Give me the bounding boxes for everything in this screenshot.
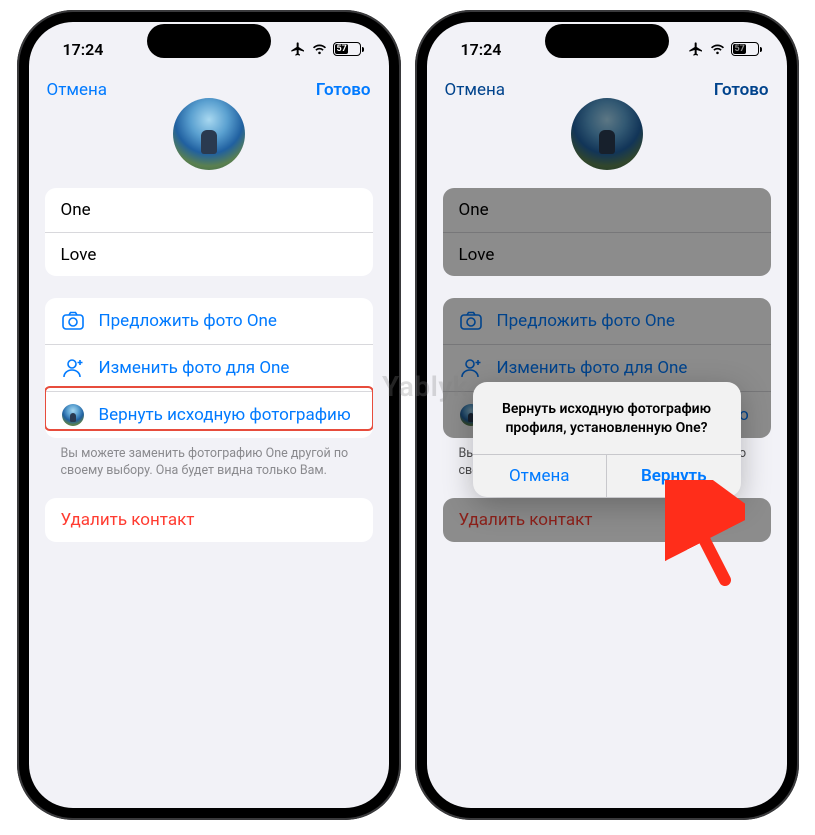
- status-indicators: 57: [688, 41, 759, 57]
- airplane-icon: [290, 41, 306, 57]
- done-button[interactable]: Готово: [714, 80, 769, 100]
- battery-icon: 57: [731, 42, 759, 56]
- alert-cancel-button[interactable]: Отмена: [473, 455, 607, 497]
- phone-right: 17:24 57 Отмена Готово: [415, 10, 799, 820]
- status-time: 17:24: [461, 40, 502, 59]
- first-name-field[interactable]: One: [45, 188, 373, 232]
- status-indicators: 57: [290, 41, 361, 57]
- name-fields-group: One Love: [443, 188, 771, 276]
- photo-footnote: Вы можете заменить фотографию One другой…: [61, 446, 357, 480]
- original-avatar-icon: [61, 403, 85, 427]
- person-add-icon: [61, 356, 85, 380]
- wifi-icon: [709, 43, 726, 56]
- last-name-field[interactable]: Love: [45, 232, 373, 276]
- suggest-photo-button[interactable]: Предложить фото One: [443, 298, 771, 344]
- airplane-icon: [688, 41, 704, 57]
- cancel-button[interactable]: Отмена: [47, 80, 108, 100]
- dynamic-island: [147, 24, 271, 58]
- restore-photo-button[interactable]: Вернуть исходную фотографию: [45, 391, 373, 438]
- photo-actions-group: Предложить фото One Изменить фото для On…: [45, 298, 373, 438]
- alert-message: Вернуть исходную фотографию профиля, уст…: [473, 382, 741, 454]
- name-fields-group: One Love: [45, 188, 373, 276]
- done-button[interactable]: Готово: [316, 80, 371, 100]
- delete-contact-button[interactable]: Удалить контакт: [45, 498, 373, 542]
- watermark: Yablyk: [382, 370, 468, 403]
- wifi-icon: [311, 43, 328, 56]
- delete-group: Удалить контакт: [45, 498, 373, 542]
- first-name-field[interactable]: One: [443, 188, 771, 232]
- last-name-field[interactable]: Love: [443, 232, 771, 276]
- contact-avatar[interactable]: [571, 98, 643, 170]
- phone-left: 17:24 57 Отмена Готово: [17, 10, 401, 820]
- contact-avatar[interactable]: [173, 98, 245, 170]
- status-time: 17:24: [63, 40, 104, 59]
- camera-icon: [61, 309, 85, 333]
- cancel-button[interactable]: Отмена: [445, 80, 506, 100]
- suggest-photo-button[interactable]: Предложить фото One: [45, 298, 373, 344]
- dynamic-island: [545, 24, 669, 58]
- change-photo-button[interactable]: Изменить фото для One: [45, 344, 373, 391]
- battery-icon: 57: [333, 42, 361, 56]
- pointer-arrow-icon: [665, 480, 745, 590]
- nav-bar: Отмена Готово: [427, 76, 787, 106]
- camera-icon: [459, 309, 483, 333]
